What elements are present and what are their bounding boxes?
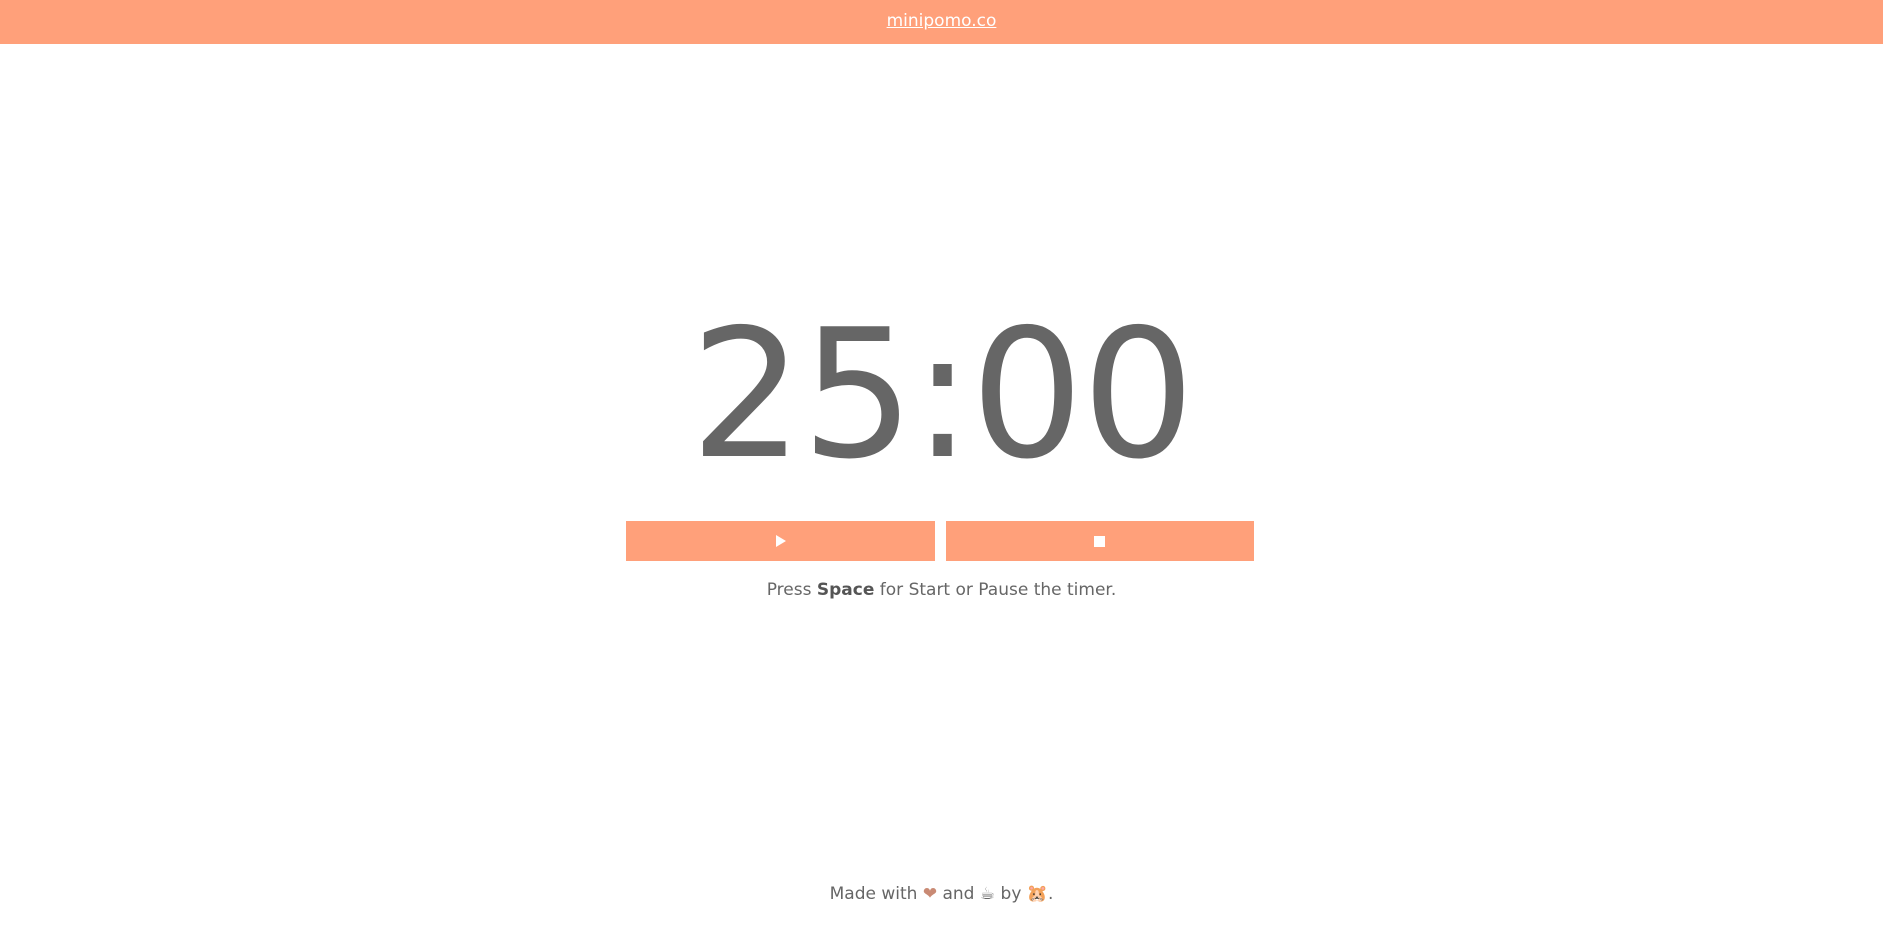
site-link[interactable]: minipomo.co [887,11,997,31]
stop-icon [1094,535,1106,547]
coffee-icon: ☕ [979,884,996,904]
footer: Made with ❤ and ☕ by 🐹. [0,884,1883,904]
footer-end: . [1047,884,1054,904]
footer-and: and [937,884,980,904]
play-icon [776,535,787,547]
keyboard-hint: Press Space for Start or Pause the timer… [0,580,1883,600]
footer-made-with: Made with [829,884,923,904]
hamster-icon: 🐹 [1026,884,1048,904]
stop-button[interactable] [945,521,1254,561]
start-button[interactable] [626,521,935,561]
hint-key: Space [816,580,875,600]
header-bar: minipomo.co [0,0,1883,44]
timer-controls [626,521,1254,561]
hint-suffix: for Start or Pause the timer. [874,580,1117,600]
footer-by: by [995,884,1027,904]
heart-icon: ❤ [922,884,938,904]
timer-display: 25:00 [690,291,1195,498]
hint-prefix: Press [766,580,817,600]
